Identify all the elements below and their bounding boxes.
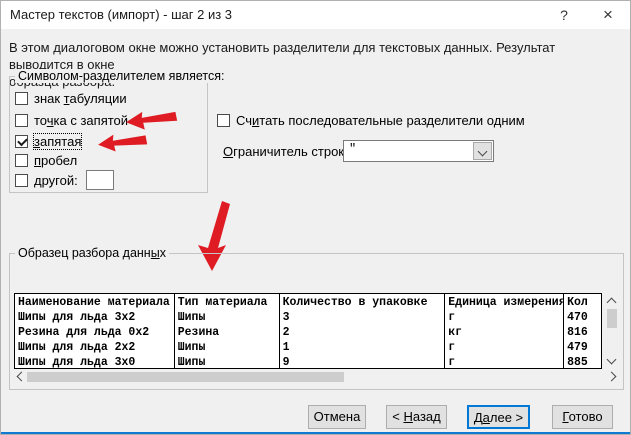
- scroll-up-icon: [607, 298, 617, 308]
- preview-column-type: Тип материала Шипы Резина Шипы Шипы: [175, 294, 280, 368]
- table-cell: 479: [564, 340, 601, 355]
- cancel-button[interactable]: Отмена: [308, 405, 366, 429]
- help-icon[interactable]: ?: [547, 1, 581, 29]
- table-cell: Шипы: [175, 340, 279, 355]
- column-header: Тип материала: [175, 295, 279, 310]
- checkbox-row-consecutive[interactable]: Считать последовательные разделители одн…: [217, 113, 525, 129]
- scroll-down-button[interactable]: [605, 355, 619, 367]
- table-cell: 2: [280, 325, 445, 340]
- table-cell: 3: [280, 310, 445, 325]
- table-cell: 885: [564, 355, 601, 368]
- data-preview-table: Наименование материала Шипы для льда 3x2…: [14, 293, 602, 369]
- scroll-right-icon: [607, 372, 617, 382]
- preview-vertical-scrollbar[interactable]: [605, 293, 619, 369]
- preview-column-qty: Количество в упаковке 3 2 1 9: [280, 294, 446, 368]
- delimiters-group-label: Символом-разделителем является:: [15, 69, 227, 83]
- annotation-arrow-comma: [97, 130, 148, 154]
- other-checkbox[interactable]: [15, 174, 28, 187]
- table-cell: Шипы для льда 2x2: [15, 340, 174, 355]
- preview-group-label: Образец разбора данных: [15, 246, 169, 260]
- chevron-down-icon: [478, 147, 488, 157]
- vertical-scroll-thumb[interactable]: [607, 309, 617, 328]
- horizontal-scroll-thumb[interactable]: [27, 372, 344, 382]
- column-header: Количество в упаковке: [280, 295, 445, 310]
- table-cell: Шипы для льда 3x2: [15, 310, 174, 325]
- table-cell: 816: [564, 325, 601, 340]
- table-cell: г: [445, 310, 563, 325]
- consecutive-checkbox[interactable]: [217, 114, 230, 127]
- combo-dropdown-button[interactable]: [473, 142, 492, 160]
- table-cell: Шипы для льда 3x0: [15, 355, 174, 368]
- tab-checkbox[interactable]: [15, 92, 28, 105]
- title-bar: Мастер текстов (импорт) - шаг 2 из 3 ? ×: [1, 1, 630, 29]
- column-header: Единица измерения: [445, 295, 563, 310]
- preview-column-unit: Единица измерения г кг г г: [445, 294, 564, 368]
- column-header: Наименование материала: [15, 295, 174, 310]
- checkbox-row-semicolon[interactable]: точка с запятой: [15, 113, 128, 129]
- preview-column-truncated: Кол 470 816 479 885: [564, 294, 601, 368]
- column-header: Кол: [564, 295, 601, 310]
- scroll-up-button[interactable]: [605, 295, 619, 307]
- table-cell: Шипы: [175, 355, 279, 368]
- checkbox-row-other[interactable]: другой:: [15, 173, 78, 189]
- checkbox-row-space[interactable]: пробел: [15, 153, 77, 169]
- semicolon-label: точка с запятой: [34, 113, 128, 128]
- comma-checkbox[interactable]: [15, 135, 28, 148]
- description-line-1: В этом диалоговом окне можно установить …: [9, 39, 621, 73]
- text-qualifier-combobox[interactable]: ": [343, 140, 494, 162]
- window-title: Мастер текстов (импорт) - шаг 2 из 3: [10, 7, 232, 22]
- scroll-right-button[interactable]: [607, 370, 619, 384]
- table-cell: Резина: [175, 325, 279, 340]
- preview-horizontal-scrollbar[interactable]: [14, 370, 619, 384]
- finish-button[interactable]: Готово: [552, 405, 613, 429]
- text-import-wizard-dialog: Мастер текстов (импорт) - шаг 2 из 3 ? ×…: [0, 0, 631, 435]
- scroll-left-button[interactable]: [14, 370, 26, 384]
- table-cell: Резина для льда 0x2: [15, 325, 174, 340]
- comma-label: запятая: [34, 134, 81, 149]
- scroll-down-icon: [607, 355, 617, 365]
- table-cell: г: [445, 340, 563, 355]
- checkbox-row-comma[interactable]: запятая: [15, 134, 81, 150]
- other-label: другой:: [34, 173, 78, 188]
- text-qualifier-value: ": [349, 142, 356, 156]
- annotation-arrow-semicolon: [125, 107, 179, 133]
- semicolon-checkbox[interactable]: [15, 114, 28, 127]
- space-checkbox[interactable]: [15, 154, 28, 167]
- table-cell: Шипы: [175, 310, 279, 325]
- table-cell: 9: [280, 355, 445, 368]
- table-cell: 470: [564, 310, 601, 325]
- table-cell: г: [445, 355, 563, 368]
- other-delimiter-input[interactable]: [86, 170, 114, 190]
- consecutive-label: Считать последовательные разделители одн…: [236, 113, 525, 128]
- space-label: пробел: [34, 153, 77, 168]
- back-button[interactable]: < Назад: [386, 405, 447, 429]
- table-cell: кг: [445, 325, 563, 340]
- tab-label: знак табуляции: [34, 91, 127, 106]
- scroll-left-icon: [17, 372, 27, 382]
- table-cell: 1: [280, 340, 445, 355]
- next-button[interactable]: Далее >: [467, 405, 530, 429]
- close-icon[interactable]: ×: [591, 1, 625, 29]
- checkbox-row-tab[interactable]: знак табуляции: [15, 91, 127, 107]
- preview-column-name: Наименование материала Шипы для льда 3x2…: [15, 294, 175, 368]
- text-qualifier-label: Ограничитель строк:: [223, 144, 348, 159]
